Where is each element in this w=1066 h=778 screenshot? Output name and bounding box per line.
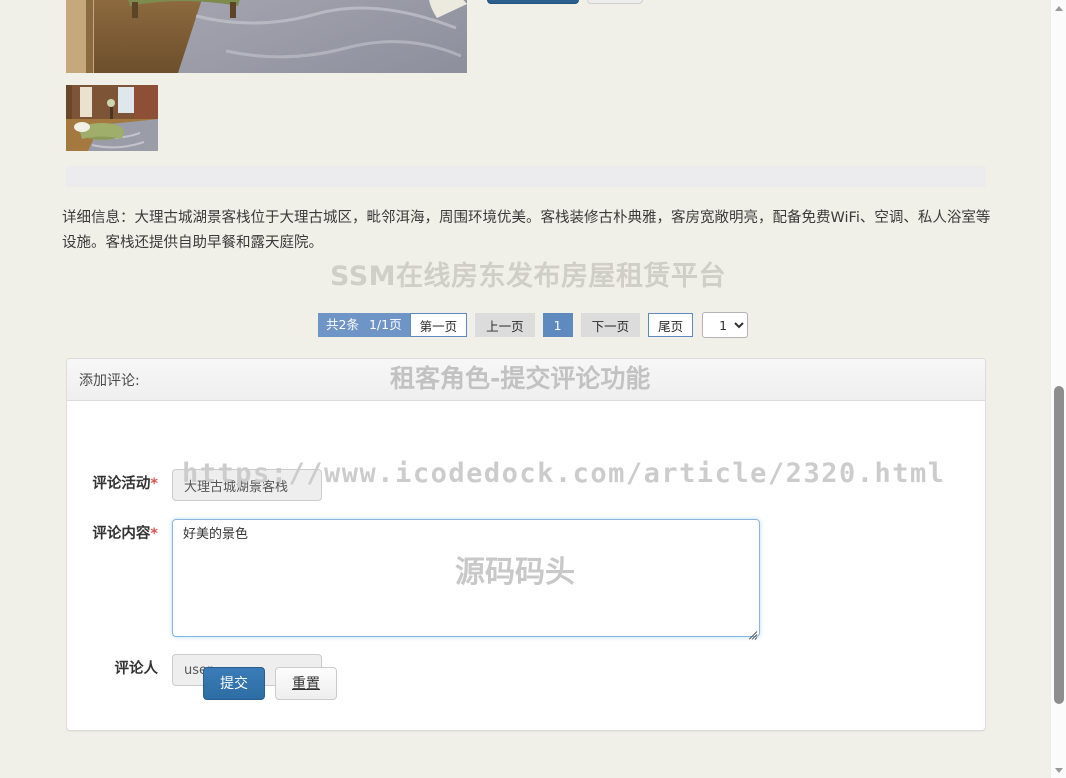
room-photo-thumbnail-graphic [66,85,158,151]
comment-author-label-text: 评论人 [114,661,159,677]
comment-activity-input[interactable] [172,469,322,501]
watermark-site-title: SSM在线房东发布房屋租赁平台 [330,261,727,292]
comment-author-label: 评论人 [67,654,172,684]
add-comment-panel-title: 添加评论: [79,372,140,389]
pagination-page-index: 1/1页 [368,316,402,332]
comment-content-label-text: 评论内容 [92,526,151,542]
pagination-page-select[interactable]: 1 [702,312,749,338]
pagination-total: 共2条 [326,316,359,332]
comment-form-actions: 提交 重置 [203,667,337,700]
comment-activity-label: 评论活动* [67,469,172,499]
pagination-prev-button[interactable]: 上一页 [475,313,535,337]
scrollbar-thumb[interactable] [1054,386,1064,704]
pagination-last-button[interactable]: 尾页 [648,313,694,337]
pagination-next-button[interactable]: 下一页 [580,313,641,337]
reset-button[interactable]: 重置 [275,667,337,700]
add-comment-panel-header: 添加评论: [67,359,985,401]
image-gallery-strip [66,166,986,187]
pagination-first-button[interactable]: 第一页 [409,313,468,337]
scroll-up-arrow-icon[interactable] [1051,0,1066,16]
comment-activity-required-mark: * [150,476,158,492]
top-default-button[interactable] [587,0,643,4]
room-photo-large[interactable] [66,0,467,73]
submit-button[interactable]: 提交 [203,667,265,700]
pagination-current-page[interactable]: 1 [542,313,573,337]
top-primary-button[interactable] [487,0,579,4]
pagination-bar: 共2条 1/1页 第一页 上一页 1 下一页 尾页 1 [318,312,749,338]
vertical-scrollbar[interactable] [1050,0,1066,778]
comment-activity-label-text: 评论活动 [92,476,151,492]
comment-content-row: 评论内容* [67,519,760,642]
room-photo-large-graphic [66,0,467,73]
comment-content-textarea-wrap [172,519,760,642]
scroll-down-arrow-icon[interactable] [1051,762,1066,778]
pagination-summary: 共2条 1/1页 [318,313,410,337]
screenshot-root: 详细信息：大理古城湖景客栈位于大理古城区，毗邻洱海，周围环境优美。客栈装修古朴典… [0,0,1066,778]
page-viewport: 详细信息：大理古城湖景客栈位于大理古城区，毗邻洱海，周围环境优美。客栈装修古朴典… [0,0,1050,778]
top-action-buttons [487,0,643,4]
comment-content-textarea[interactable] [172,519,760,637]
comment-content-label: 评论内容* [67,519,172,549]
room-photo-thumbnail[interactable] [66,85,158,151]
comment-content-required-mark: * [150,526,158,542]
listing-detail-text: 详细信息：大理古城湖景客栈位于大理古城区，毗邻洱海，周围环境优美。客栈装修古朴典… [62,210,991,251]
comment-activity-row: 评论活动* [67,469,322,501]
